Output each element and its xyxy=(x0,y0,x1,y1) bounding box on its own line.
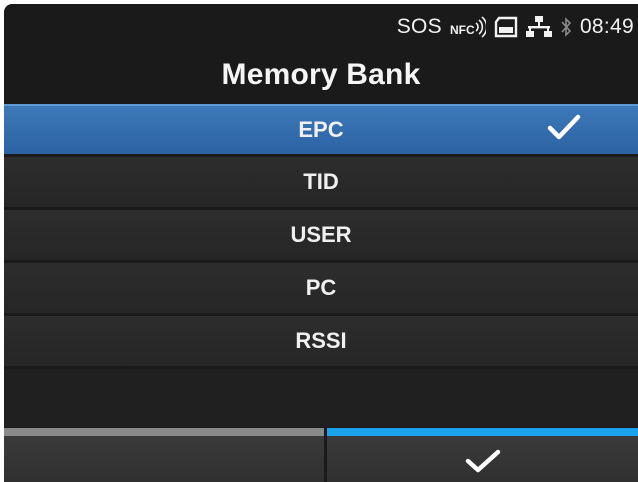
confirm-button[interactable] xyxy=(327,428,638,482)
list-item-tid[interactable]: TID xyxy=(4,157,638,207)
nfc-icon: NFC xyxy=(450,15,486,39)
page-title: Memory Bank xyxy=(221,58,421,91)
list-item-label: TID xyxy=(303,169,339,194)
network-icon xyxy=(525,15,552,39)
list-item-rssi[interactable]: RSSI xyxy=(4,316,638,366)
list-empty-area xyxy=(4,369,638,427)
sd-card-icon xyxy=(494,16,518,38)
device-screen: SOS NFC 08:49 Memory Bank EPC TID USER P… xyxy=(4,4,638,482)
list-item-label: RSSI xyxy=(295,328,347,353)
status-bar: SOS NFC 08:49 xyxy=(397,12,638,42)
check-icon xyxy=(463,448,503,479)
soft-key-bar xyxy=(4,428,638,482)
memory-bank-list: EPC TID USER PC RSSI xyxy=(4,104,638,369)
bluetooth-icon xyxy=(560,15,572,39)
left-soft-key[interactable] xyxy=(4,428,324,482)
list-item-user[interactable]: USER xyxy=(4,210,638,260)
list-item-label: PC xyxy=(305,275,337,300)
list-item-epc[interactable]: EPC xyxy=(4,104,638,154)
list-item-label: USER xyxy=(290,222,352,247)
sos-indicator: SOS xyxy=(396,15,442,38)
clock: 08:49 xyxy=(579,15,634,38)
list-item-label: EPC xyxy=(298,117,344,142)
check-icon xyxy=(546,113,582,147)
list-item-pc[interactable]: PC xyxy=(4,263,638,313)
nfc-icon-label: NFC xyxy=(450,23,475,37)
